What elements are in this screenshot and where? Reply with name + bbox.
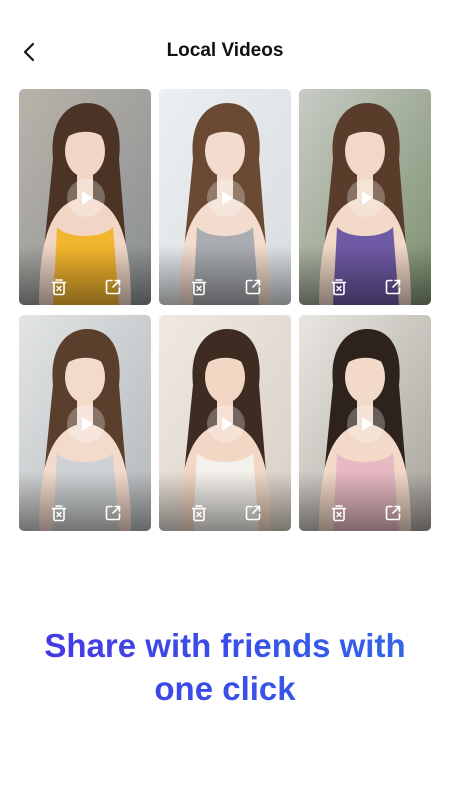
delete-button[interactable]	[187, 501, 211, 525]
trash-icon	[331, 279, 347, 296]
promo-text: Share with friends with one click	[0, 624, 450, 710]
trash-icon	[331, 505, 347, 522]
share-icon	[245, 505, 261, 521]
bottom-shade	[299, 245, 431, 305]
video-card[interactable]	[159, 89, 291, 305]
bottom-shade	[19, 245, 151, 305]
share-icon	[105, 505, 121, 521]
video-card[interactable]	[19, 315, 151, 531]
share-button[interactable]	[241, 275, 265, 299]
play-icon	[362, 191, 373, 205]
play-button[interactable]	[67, 405, 105, 443]
promo-line-1: Share with friends with	[44, 627, 406, 664]
share-button[interactable]	[101, 275, 125, 299]
delete-button[interactable]	[187, 275, 211, 299]
share-icon	[385, 279, 401, 295]
share-button[interactable]	[101, 501, 125, 525]
bottom-shade	[19, 471, 151, 531]
share-icon	[385, 505, 401, 521]
bottom-shade	[159, 245, 291, 305]
share-icon	[245, 279, 261, 295]
share-button[interactable]	[381, 501, 405, 525]
bottom-shade	[299, 471, 431, 531]
play-icon	[222, 417, 233, 431]
play-button[interactable]	[347, 405, 385, 443]
top-bar: Local Videos	[0, 0, 450, 100]
share-icon	[105, 279, 121, 295]
play-icon	[222, 191, 233, 205]
video-card[interactable]	[299, 89, 431, 305]
delete-button[interactable]	[47, 501, 71, 525]
trash-icon	[51, 505, 67, 522]
delete-button[interactable]	[327, 275, 351, 299]
page-title: Local Videos	[166, 40, 284, 61]
play-button[interactable]	[347, 179, 385, 217]
play-icon	[362, 417, 373, 431]
video-card[interactable]	[19, 89, 151, 305]
play-icon	[82, 191, 93, 205]
trash-icon	[191, 279, 207, 296]
bottom-shade	[159, 471, 291, 531]
play-button[interactable]	[207, 405, 245, 443]
share-button[interactable]	[241, 501, 265, 525]
video-card[interactable]	[159, 315, 291, 531]
trash-icon	[51, 279, 67, 296]
share-button[interactable]	[381, 275, 405, 299]
video-grid	[19, 89, 431, 531]
video-card[interactable]	[299, 315, 431, 531]
promo-line-2: one click	[154, 670, 296, 707]
play-button[interactable]	[207, 179, 245, 217]
delete-button[interactable]	[47, 275, 71, 299]
play-button[interactable]	[67, 179, 105, 217]
delete-button[interactable]	[327, 501, 351, 525]
play-icon	[82, 417, 93, 431]
trash-icon	[191, 505, 207, 522]
